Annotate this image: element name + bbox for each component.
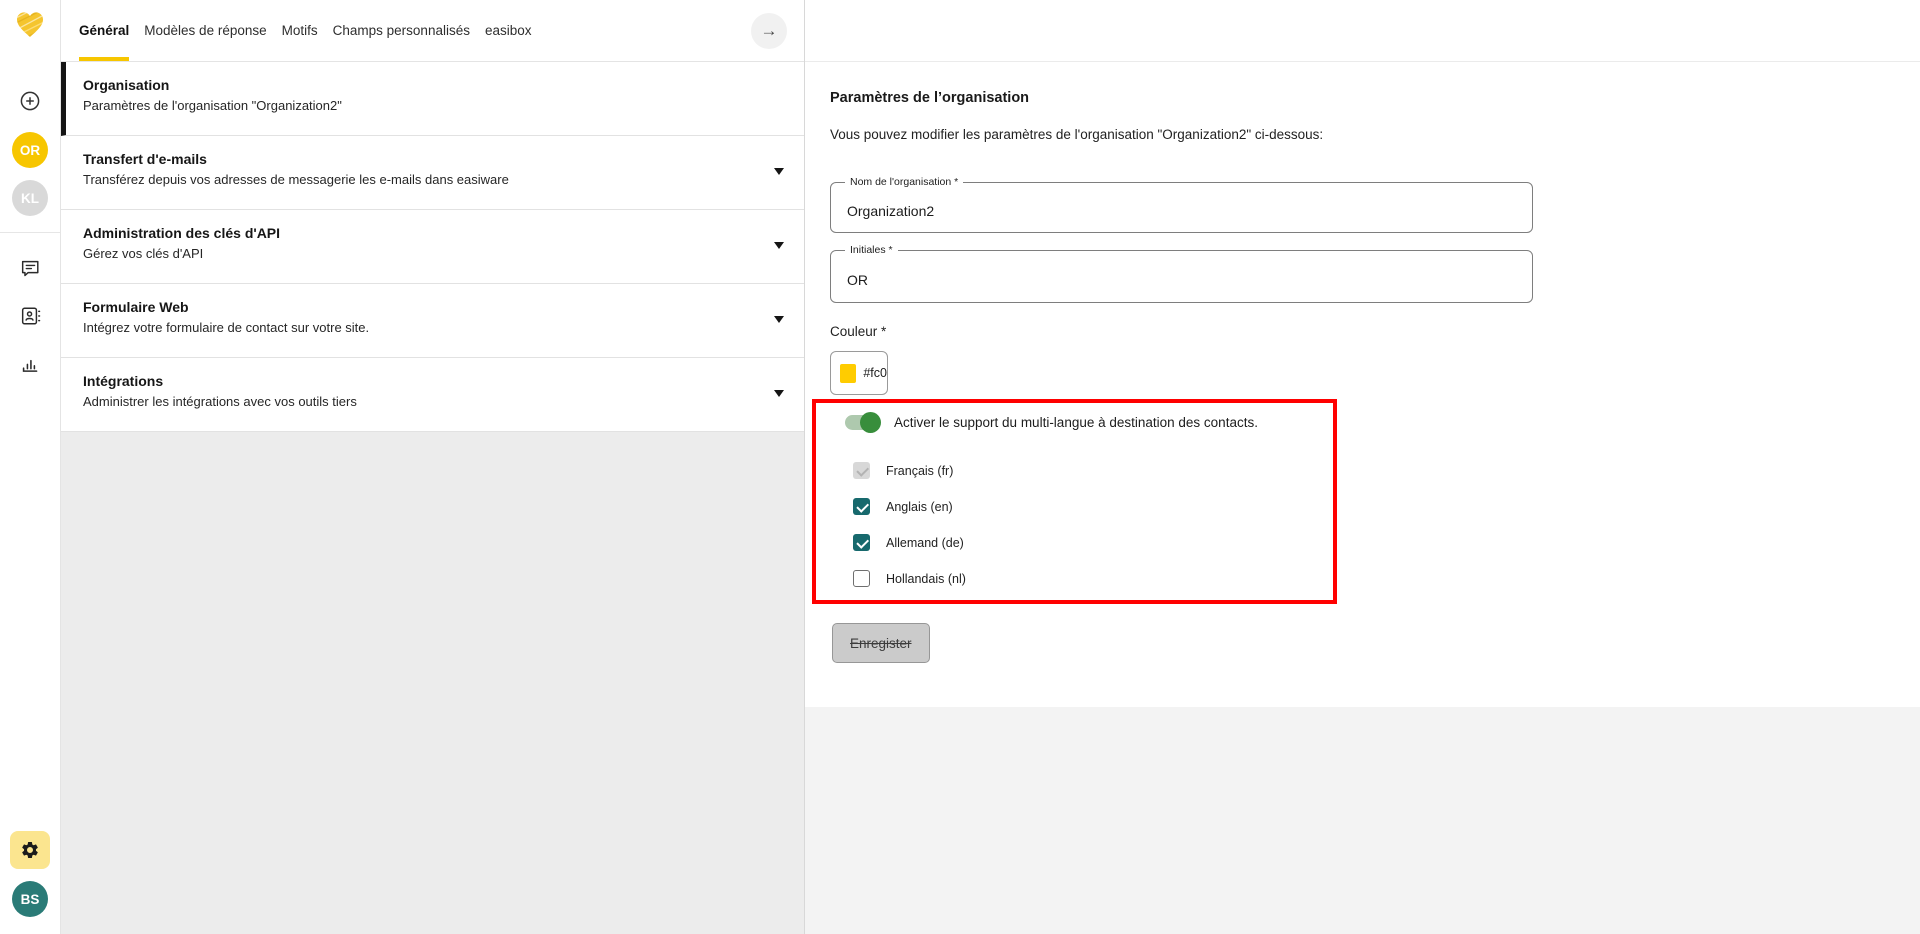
accordion-subtitle: Intégrez votre formulaire de contact sur… (83, 320, 748, 335)
organisation-name-label: Nom de l'organisation * (845, 176, 963, 188)
accordion-subtitle: Transférez depuis vos adresses de messag… (83, 172, 748, 187)
multilang-toggle[interactable] (845, 415, 879, 430)
checkbox-allemand[interactable] (853, 534, 870, 551)
checkbox-hollandais[interactable] (853, 570, 870, 587)
language-label: Allemand (de) (886, 536, 964, 550)
chevron-down-icon (774, 390, 784, 397)
intro-text: Vous pouvez modifier les paramètres de l… (830, 127, 1920, 142)
multilang-toggle-row: Activer le support du multi-langue à des… (845, 415, 1333, 430)
add-organisation-button[interactable] (18, 89, 42, 113)
left-panel-filler (61, 432, 804, 934)
org-avatar-kl[interactable]: KL (12, 180, 48, 216)
right-panel-filler (805, 707, 1920, 934)
checkbox-anglais[interactable] (853, 498, 870, 515)
accordion-subtitle: Administrer les intégrations avec vos ou… (83, 394, 748, 409)
plus-circle-icon (18, 89, 42, 113)
chat-bubble-icon (19, 257, 41, 279)
accordion-title: Transfert d'e-mails (83, 151, 748, 167)
multilang-toggle-label: Activer le support du multi-langue à des… (894, 415, 1258, 430)
chevron-down-icon (774, 242, 784, 249)
save-button[interactable]: Enregister (832, 623, 930, 663)
tab-champs-personnalises[interactable]: Champs personnalisés (333, 0, 470, 61)
icon-sidebar: OR KL (0, 0, 60, 934)
org-avatar-or[interactable]: OR (12, 132, 48, 168)
accordion-title: Organisation (83, 77, 748, 93)
accordion-item-formulaire-web[interactable]: Formulaire Web Intégrez votre formulaire… (61, 284, 804, 358)
tab-motifs[interactable]: Motifs (282, 0, 318, 61)
language-list: Français (fr) Anglais (en) Allemand (de)… (853, 462, 1333, 587)
language-row-en: Anglais (en) (853, 498, 1333, 515)
tab-general[interactable]: Général (79, 0, 129, 61)
arrow-right-icon: → (761, 21, 778, 41)
contacts-nav-button[interactable] (19, 305, 41, 327)
language-label: Hollandais (nl) (886, 572, 966, 586)
language-row-de: Allemand (de) (853, 534, 1333, 551)
language-row-nl: Hollandais (nl) (853, 570, 1333, 587)
language-row-fr: Français (fr) (853, 462, 1333, 479)
gear-icon (20, 840, 40, 860)
tab-modeles-de-reponse[interactable]: Modèles de réponse (144, 0, 266, 61)
settings-tab-bar: Général Modèles de réponse Motifs Champs… (61, 0, 804, 62)
organisation-name-input[interactable] (831, 183, 1532, 232)
toggle-knob (860, 412, 881, 433)
organisation-name-field: Nom de l'organisation * (830, 182, 1533, 233)
organisation-detail-panel: Paramètres de l’organisation Vous pouvez… (805, 0, 1920, 934)
page-title: Paramètres de l’organisation (830, 90, 1920, 106)
accordion-title: Administration des clés d'API (83, 225, 748, 241)
easiware-heart-logo (14, 9, 46, 41)
initials-label: Initiales * (845, 244, 898, 256)
accordion-item-organisation[interactable]: Organisation Paramètres de l'organisatio… (61, 62, 804, 136)
contact-card-icon (19, 305, 41, 327)
tabs-scroll-right-button[interactable]: → (751, 13, 787, 49)
right-header-strip (805, 0, 1920, 62)
initials-input[interactable] (831, 251, 1532, 302)
organisation-form: Paramètres de l’organisation Vous pouvez… (805, 62, 1920, 707)
accordion-title: Intégrations (83, 373, 748, 389)
accordion-item-integrations[interactable]: Intégrations Administrer les intégration… (61, 358, 804, 432)
multilang-highlight-box: Activer le support du multi-langue à des… (812, 399, 1337, 604)
initials-field: Initiales * (830, 250, 1533, 303)
color-picker-chip[interactable]: #fc0 (830, 351, 888, 395)
accordion-item-cles-api[interactable]: Administration des clés d'API Gérez vos … (61, 210, 804, 284)
accordion-subtitle: Paramètres de l'organisation "Organizati… (83, 98, 748, 113)
language-label: Anglais (en) (886, 500, 953, 514)
accordion-subtitle: Gérez vos clés d'API (83, 246, 748, 261)
settings-panel: Général Modèles de réponse Motifs Champs… (60, 0, 805, 934)
statistics-nav-button[interactable] (19, 353, 41, 375)
sidebar-divider (0, 232, 60, 233)
user-avatar-bs[interactable]: BS (12, 881, 48, 917)
checkbox-francais (853, 462, 870, 479)
tab-easibox[interactable]: easibox (485, 0, 532, 61)
app-window: OR KL (0, 0, 1920, 934)
bar-chart-icon (19, 353, 41, 375)
chevron-down-icon (774, 168, 784, 175)
color-label: Couleur * (830, 324, 1920, 339)
accordion-item-transfert-emails[interactable]: Transfert d'e-mails Transférez depuis vo… (61, 136, 804, 210)
settings-button[interactable] (10, 831, 50, 869)
chevron-down-icon (774, 316, 784, 323)
accordion-title: Formulaire Web (83, 299, 748, 315)
color-value: #fc0 (863, 366, 887, 380)
requests-nav-button[interactable] (19, 257, 41, 279)
language-label: Français (fr) (886, 464, 953, 478)
color-swatch (840, 364, 856, 383)
